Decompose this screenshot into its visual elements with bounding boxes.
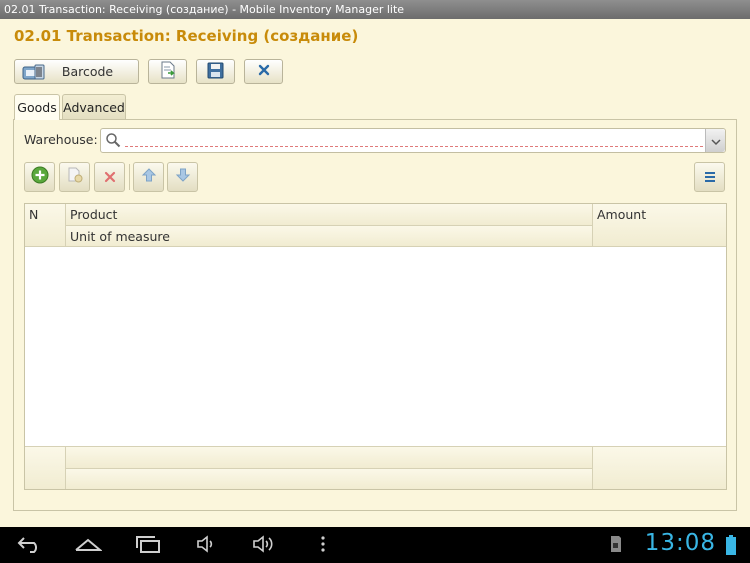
copy-document-icon xyxy=(66,166,84,188)
barcode-button-label: Barcode xyxy=(61,64,114,79)
more-actions-button[interactable] xyxy=(694,162,725,192)
window-title-bar: 02.01 Transaction: Receiving (создание) … xyxy=(0,0,750,19)
close-button[interactable] xyxy=(244,59,283,84)
required-field-underline xyxy=(125,146,703,147)
warehouse-input[interactable] xyxy=(125,131,695,150)
column-header-product[interactable]: Product xyxy=(66,204,593,226)
sd-card-icon xyxy=(608,535,622,557)
android-navigation-bar: 13:08 xyxy=(0,527,750,563)
copy-row-button[interactable] xyxy=(59,162,90,192)
warehouse-dropdown-button[interactable] xyxy=(705,129,725,152)
back-icon[interactable] xyxy=(16,535,44,557)
footer-cell-n xyxy=(25,446,66,489)
recent-apps-icon[interactable] xyxy=(134,535,162,557)
move-down-button[interactable] xyxy=(167,162,198,192)
plus-circle-icon xyxy=(31,166,49,188)
arrow-down-icon xyxy=(175,167,191,187)
tab-advanced[interactable]: Advanced xyxy=(62,94,126,119)
footer-cell-product xyxy=(66,446,593,468)
home-icon[interactable] xyxy=(74,535,103,557)
warehouse-field[interactable] xyxy=(100,128,726,153)
save-icon xyxy=(207,62,224,82)
add-row-button[interactable] xyxy=(24,162,55,192)
arrow-up-icon xyxy=(141,167,157,187)
goods-table[interactable]: N Product Unit of measure Amount xyxy=(24,203,727,490)
column-header-amount[interactable]: Amount xyxy=(593,204,726,247)
page-title: 02.01 Transaction: Receiving (создание) xyxy=(14,27,359,45)
barcode-icon xyxy=(21,63,47,85)
save-button[interactable] xyxy=(196,59,235,84)
close-icon xyxy=(258,64,270,79)
delete-row-button[interactable] xyxy=(94,162,125,192)
warehouse-label: Warehouse: xyxy=(24,132,98,147)
volume-up-icon[interactable] xyxy=(252,535,276,557)
post-document-button[interactable] xyxy=(148,59,187,84)
column-header-unit-of-measure[interactable]: Unit of measure xyxy=(66,226,593,247)
delete-x-icon xyxy=(104,168,116,187)
barcode-button[interactable]: Barcode xyxy=(14,59,139,84)
menu-lines-icon xyxy=(704,168,716,187)
battery-icon xyxy=(726,535,736,559)
footer-cell-unit xyxy=(66,468,593,489)
volume-down-icon[interactable] xyxy=(196,535,216,557)
move-up-button[interactable] xyxy=(133,162,164,192)
goods-panel: Warehouse: N Product Unit of measure Amo… xyxy=(13,119,737,511)
document-arrow-icon xyxy=(159,61,177,82)
toolbar-separator xyxy=(129,164,130,190)
search-icon xyxy=(105,132,121,152)
footer-cell-amount xyxy=(593,446,726,489)
overflow-menu-icon[interactable] xyxy=(319,535,327,557)
column-header-n[interactable]: N xyxy=(25,204,66,247)
chevron-down-icon xyxy=(710,131,721,150)
status-clock: 13:08 xyxy=(644,530,716,556)
tab-goods[interactable]: Goods xyxy=(14,94,60,120)
